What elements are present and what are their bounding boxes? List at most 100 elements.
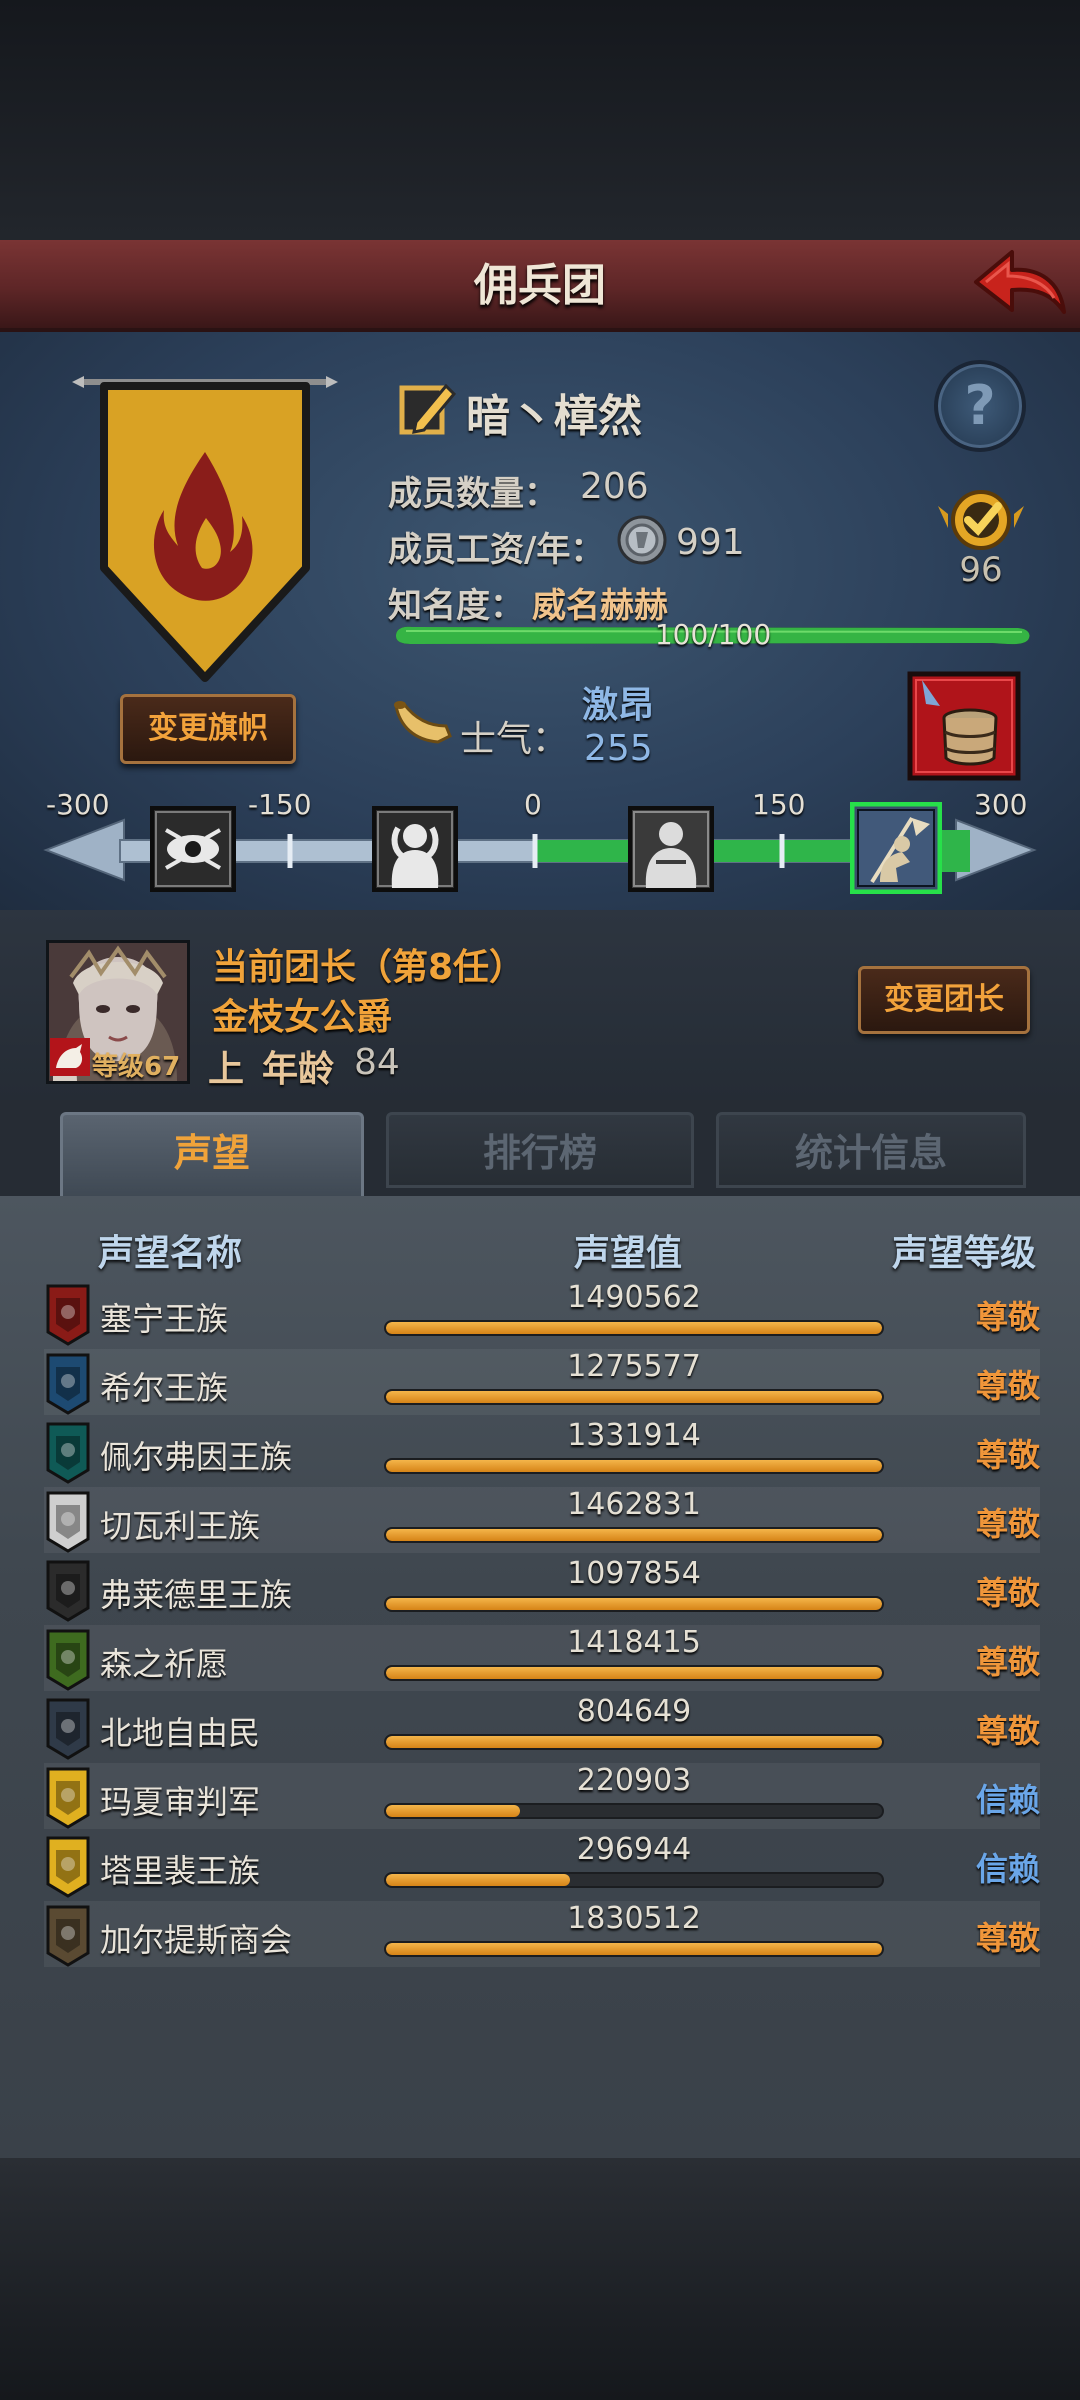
commander-title: 当前团长（第8任）: [212, 947, 526, 988]
faction-emblem-icon: [46, 1698, 90, 1760]
reputation-level: 信赖: [975, 1781, 1040, 1819]
members-value: 206: [580, 466, 649, 507]
morale-tier-despair-icon[interactable]: [150, 806, 236, 892]
reputation-progress-bar: [384, 1872, 884, 1888]
faction-name: 北地自由民: [100, 1714, 261, 1752]
column-header-level: 声望等级: [892, 1233, 1037, 1274]
reputation-progress-bar: [384, 1665, 884, 1681]
faction-emblem-icon: [46, 1629, 90, 1691]
faction-emblem-icon: [46, 1491, 90, 1553]
faction-name: 佩尔弗因王族: [100, 1438, 293, 1476]
faction-name: 希尔王族: [100, 1369, 229, 1407]
reputation-level: 尊敬: [975, 1643, 1040, 1681]
morale-status: 激昂: [582, 685, 655, 726]
faction-emblem-icon: [46, 1905, 90, 1967]
faction-emblem-icon: [46, 1767, 90, 1829]
reputation-progress-fill: [386, 1598, 882, 1610]
faction-name: 玛夏审判军: [100, 1783, 261, 1821]
reputation-progress-bar: [384, 1941, 884, 1957]
guild-name-row: 暗丶樟然: [396, 376, 816, 446]
wage-label: 成员工资/年：: [388, 530, 605, 570]
reputation-progress-bar: [384, 1320, 884, 1336]
change-leader-button[interactable]: 变更团长: [858, 966, 1030, 1034]
faction-emblem-icon: [46, 1560, 90, 1622]
morale-tick-label: 150: [752, 788, 806, 821]
morale-tick-label: 300: [974, 788, 1028, 821]
reputation-progress-fill: [386, 1322, 882, 1334]
silver-coin-icon: [616, 514, 668, 566]
faction-emblem-icon: [46, 1836, 90, 1898]
table-row[interactable]: 玛夏审判军 220903 信赖: [44, 1763, 1040, 1829]
tab-statistics[interactable]: 统计信息: [716, 1112, 1026, 1188]
table-row[interactable]: 塔里裴王族 296944 信赖: [44, 1832, 1040, 1898]
reputation-progress-bar: [384, 1734, 884, 1750]
reputation-value: 220903: [576, 1763, 692, 1798]
guild-banner-flag: [70, 368, 340, 688]
faction-emblem-icon: [46, 1284, 90, 1346]
reputation-progress-bar: [384, 1389, 884, 1405]
commander-age: 84: [354, 1042, 400, 1083]
reputation-progress-fill: [386, 1667, 882, 1679]
reputation-level: 尊敬: [975, 1712, 1040, 1750]
tab-ranking[interactable]: 排行榜: [386, 1112, 694, 1188]
tab-reputation[interactable]: 声望: [60, 1112, 364, 1196]
table-row[interactable]: 加尔提斯商会 1830512 尊敬: [44, 1901, 1040, 1967]
reputation-value: 1331914: [567, 1418, 701, 1453]
morale-value: 255: [584, 728, 653, 769]
change-flag-button[interactable]: 变更旗帜: [120, 694, 296, 764]
table-row[interactable]: 弗莱德里王族 1097854 尊敬: [44, 1556, 1040, 1622]
reputation-value: 1275577: [567, 1349, 701, 1384]
reputation-level: 尊敬: [975, 1919, 1040, 1957]
morale-label: 士气：: [460, 719, 569, 760]
reputation-level: 尊敬: [975, 1574, 1040, 1612]
commander-trend: 上: [208, 1049, 245, 1090]
table-row[interactable]: 希尔王族 1275577 尊敬: [44, 1349, 1040, 1415]
reputation-value: 1097854: [567, 1556, 701, 1591]
faction-emblem-icon: [46, 1353, 90, 1415]
members-label: 成员数量：: [388, 474, 558, 514]
commander-class-icon: [50, 1038, 90, 1076]
faction-name: 加尔提斯商会: [100, 1921, 293, 1959]
help-question-icon[interactable]: ?: [934, 360, 1026, 452]
page-title: 佣兵团: [474, 260, 606, 311]
morale-tick-label: -150: [248, 788, 312, 821]
table-row[interactable]: 北地自由民 804649 尊敬: [44, 1694, 1040, 1760]
commander-age-label: 年龄: [262, 1049, 335, 1090]
morale-tier-low-icon[interactable]: [372, 806, 458, 892]
bottom-background: [0, 2158, 1080, 2400]
reputation-progress-fill: [386, 1943, 882, 1955]
horn-icon: [390, 696, 454, 752]
reputation-progress-bar: [384, 1458, 884, 1474]
reputation-progress-fill: [386, 1736, 882, 1748]
table-row[interactable]: 塞宁王族 1490562 尊敬: [44, 1280, 1040, 1346]
reputation-value: 1462831: [567, 1487, 701, 1522]
reputation-progress-bar: [384, 1527, 884, 1543]
reputation-level: 尊敬: [975, 1505, 1040, 1543]
reputation-level: 尊敬: [975, 1436, 1040, 1474]
change-flag-label: 变更旗帜: [148, 711, 268, 746]
morale-tier-high-icon[interactable]: [849, 801, 943, 895]
edit-pencil-icon[interactable]: [396, 378, 458, 440]
back-arrow-icon[interactable]: [968, 246, 1068, 324]
morale-tick-label: 0: [524, 788, 542, 821]
reputation-level: 尊敬: [975, 1298, 1040, 1336]
reputation-progress-fill: [386, 1529, 882, 1541]
faction-name: 塞宁王族: [100, 1300, 229, 1338]
commander-level: 等级67: [92, 1052, 181, 1082]
reputation-value: 804649: [576, 1694, 692, 1729]
reputation-progress-bar: [384, 1596, 884, 1612]
table-row[interactable]: 切瓦利王族 1462831 尊敬: [44, 1487, 1040, 1553]
morale-tier-normal-icon[interactable]: [628, 806, 714, 892]
morale-tick-label: -300: [46, 788, 110, 821]
table-row[interactable]: 佩尔弗因王族 1331914 尊敬: [44, 1418, 1040, 1484]
reputation-progress-bar: [384, 1803, 884, 1819]
faction-name: 弗莱德里王族: [100, 1576, 293, 1614]
table-row[interactable]: 森之祈愿 1418415 尊敬: [44, 1625, 1040, 1691]
column-header-name: 声望名称: [98, 1233, 243, 1274]
reputation-level: 尊敬: [975, 1367, 1040, 1405]
barrel-supply-icon[interactable]: [906, 670, 1022, 782]
reputation-value: 296944: [576, 1832, 692, 1867]
faction-name: 塔里裴王族: [100, 1852, 261, 1890]
rank-value: 96: [959, 550, 1003, 590]
faction-emblem-icon: [46, 1422, 90, 1484]
